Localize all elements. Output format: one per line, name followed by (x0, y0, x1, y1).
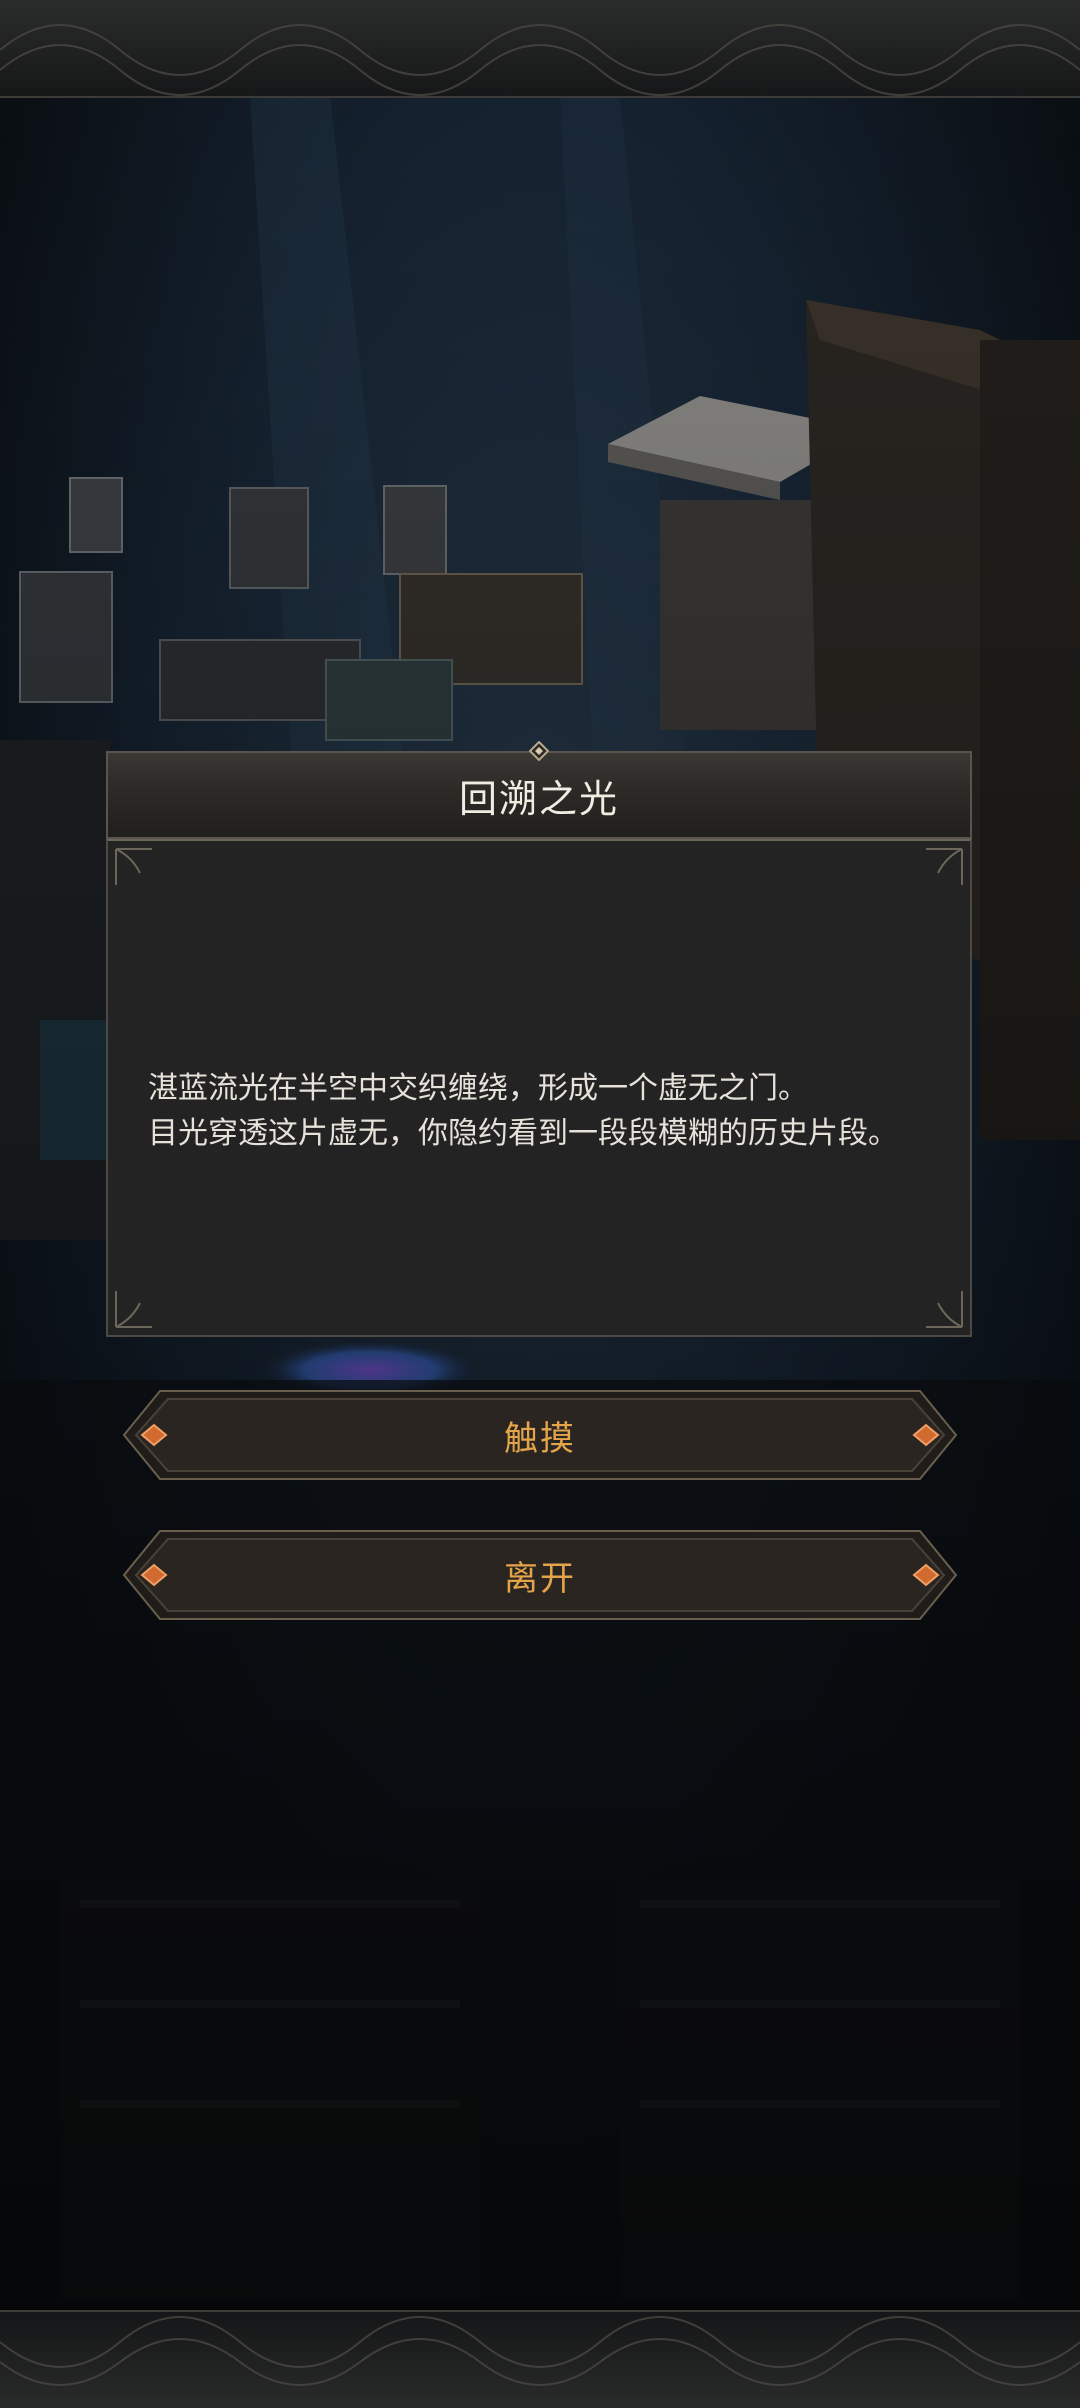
event-dialog: 回溯之光 湛蓝流光在半空中交织缠绕，形成一个虚无之门。 目光穿透这片虚无，你隐约… (106, 741, 972, 1337)
ornament-pattern-icon (0, 24, 1080, 96)
ornament-pattern-icon (0, 2316, 1080, 2386)
corner-flourish-icon (926, 848, 963, 885)
diamond-ornament-icon (529, 741, 549, 761)
corner-flourish-icon (115, 848, 152, 885)
leave-button-label: 离开 (504, 1558, 576, 1599)
description-line: 目光穿透这片虚无，你隐约看到一段段模糊的历史片段。 (148, 1116, 898, 1151)
top-ornament-border (0, 0, 1080, 98)
dialog-title: 回溯之光 (458, 776, 619, 821)
game-screen: 回溯之光 湛蓝流光在半空中交织缠绕，形成一个虚无之门。 目光穿透这片虚无，你隐约… (0, 0, 1080, 2408)
touch-button-label: 触摸 (504, 1418, 576, 1459)
dialog-header: 回溯之光 (106, 751, 972, 839)
description-line: 湛蓝流光在半空中交织缠绕，形成一个虚无之门。 (148, 1071, 808, 1106)
leave-button[interactable]: 离开 (114, 1527, 966, 1623)
dialog-description: 湛蓝流光在半空中交织缠绕，形成一个虚无之门。 目光穿透这片虚无，你隐约看到一段段… (148, 1066, 938, 1156)
corner-flourish-icon (926, 1291, 963, 1328)
bottom-ornament-border (0, 2310, 1080, 2408)
corner-flourish-icon (115, 1291, 152, 1328)
touch-button[interactable]: 触摸 (114, 1387, 966, 1483)
dialog-body: 湛蓝流光在半空中交织缠绕，形成一个虚无之门。 目光穿透这片虚无，你隐约看到一段段… (106, 839, 972, 1337)
